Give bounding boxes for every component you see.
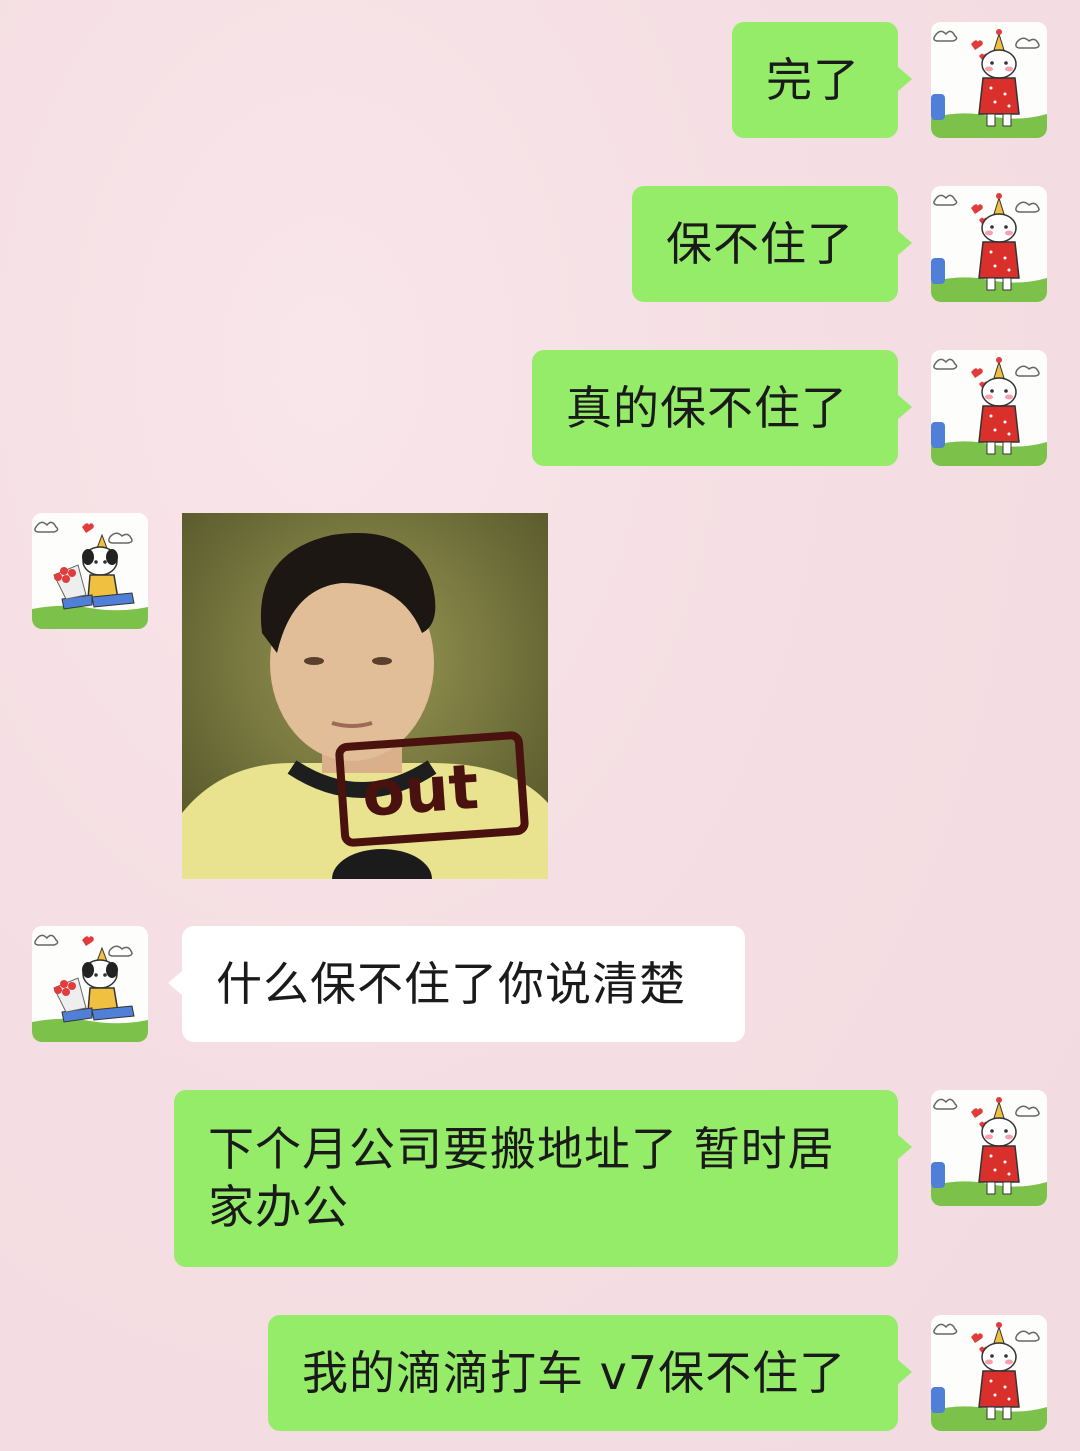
cat-in-red-dress-avatar-icon[interactable] (931, 186, 1047, 302)
cat-in-red-dress-avatar-icon[interactable] (931, 22, 1047, 138)
message-bubble[interactable]: 我的滴滴打车 v7保不住了 (268, 1315, 912, 1431)
message-bubble[interactable]: 真的保不住了 (532, 350, 912, 466)
cat-in-red-dress-avatar-icon[interactable] (931, 350, 1047, 466)
message-bubble[interactable]: 什么保不住了你说清楚 (168, 926, 745, 1042)
stamp-text: out (360, 750, 481, 831)
message-bubble[interactable]: 下个月公司要搬地址了 暂时居家办公 (174, 1090, 912, 1267)
message-bubble[interactable]: 保不住了 (632, 186, 912, 302)
message-bubble[interactable]: 完了 (732, 22, 912, 138)
message-text: 保不住了 (666, 217, 854, 271)
cat-in-red-dress-avatar-icon[interactable] (931, 1090, 1047, 1206)
message-text: 下个月公司要搬地址了 暂时居家办公 (208, 1122, 835, 1234)
meme-image[interactable]: out (182, 513, 548, 879)
message-text: 真的保不住了 (566, 381, 848, 435)
dog-with-flowers-avatar-icon[interactable] (32, 513, 148, 629)
cat-in-red-dress-avatar-icon[interactable] (931, 1315, 1047, 1431)
message-text: 完了 (766, 53, 860, 107)
message-text: 我的滴滴打车 v7保不住了 (302, 1346, 847, 1400)
message-text: 什么保不住了你说清楚 (216, 957, 686, 1011)
dog-with-flowers-avatar-icon[interactable] (32, 926, 148, 1042)
